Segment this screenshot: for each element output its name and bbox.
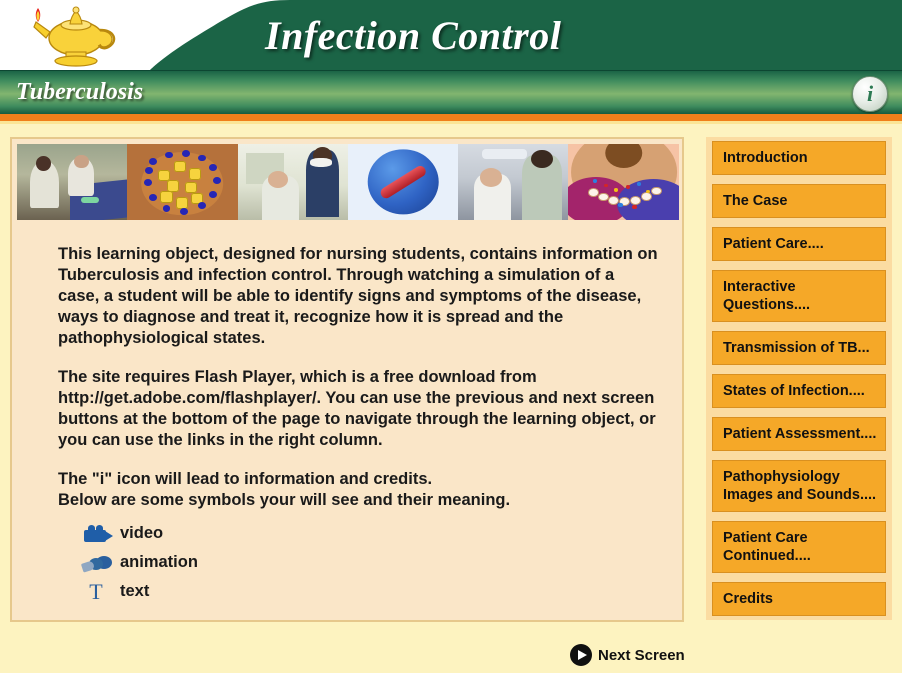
video-camera-icon [80,521,120,547]
nav-item-the-case[interactable]: The Case [712,184,886,218]
nav-item-transmission-of-tb[interactable]: Transmission of TB... [712,331,886,365]
topic-title: Tuberculosis [16,79,144,105]
app-header: Infection Control [0,0,902,70]
nav-item-states-of-infection[interactable]: States of Infection.... [712,374,886,408]
symbol-legend: video animation T text [80,519,400,606]
thumbnail-image [568,144,679,220]
accent-divider-light [0,121,902,124]
next-screen-label: Next Screen [598,646,685,664]
intro-paragraph-1: This learning object, designed for nursi… [58,245,658,347]
nav-item-interactive-questions[interactable]: Interactive Questions.... [712,270,886,322]
legend-item-animation: animation [80,548,400,577]
thumbnail-image [127,144,238,220]
intro-paragraph-3: The "i" icon will lead to information an… [58,470,433,488]
thumbnail-image [458,144,569,220]
section-navigation: Introduction The Case Patient Care.... I… [706,137,892,620]
legend-label-animation: animation [120,553,198,571]
thumbnail-image [17,144,128,220]
next-screen-button[interactable]: Next Screen [570,644,685,666]
thumbnail-strip [17,144,679,220]
thumbnail-image [237,144,348,220]
legend-label-video: video [120,524,164,542]
accent-divider [0,114,902,121]
intro-paragraph-2: The site requires Flash Player, which is… [58,368,656,449]
nav-item-credits[interactable]: Credits [712,582,886,616]
nav-item-patient-assessment[interactable]: Patient Assessment.... [712,417,886,451]
topic-bar: Tuberculosis i [0,70,902,115]
info-icon[interactable]: i [852,76,888,112]
nursing-lamp-icon [33,6,116,67]
nav-item-pathophysiology-images-and-sounds[interactable]: Pathophysiology Images and Sounds.... [712,460,886,512]
nav-item-patient-care-continued[interactable]: Patient Care Continued.... [712,521,886,573]
intro-paragraph-4: Below are some symbols your will see and… [58,491,511,509]
intro-text: This learning object, designed for nursi… [58,244,658,511]
text-icon: T [89,578,103,604]
nav-item-introduction[interactable]: Introduction [712,141,886,175]
legend-label-text: text [120,582,150,600]
info-icon-letter: i [866,81,874,106]
legend-item-video: video [80,519,400,548]
play-circle-icon [570,644,592,666]
legend-item-text: T text [80,577,400,606]
thumbnail-image [347,144,459,220]
content-panel: This learning object, designed for nursi… [10,137,684,622]
page-title: Infection Control [265,13,562,58]
nav-item-patient-care[interactable]: Patient Care.... [712,227,886,261]
animation-icon [80,550,120,576]
